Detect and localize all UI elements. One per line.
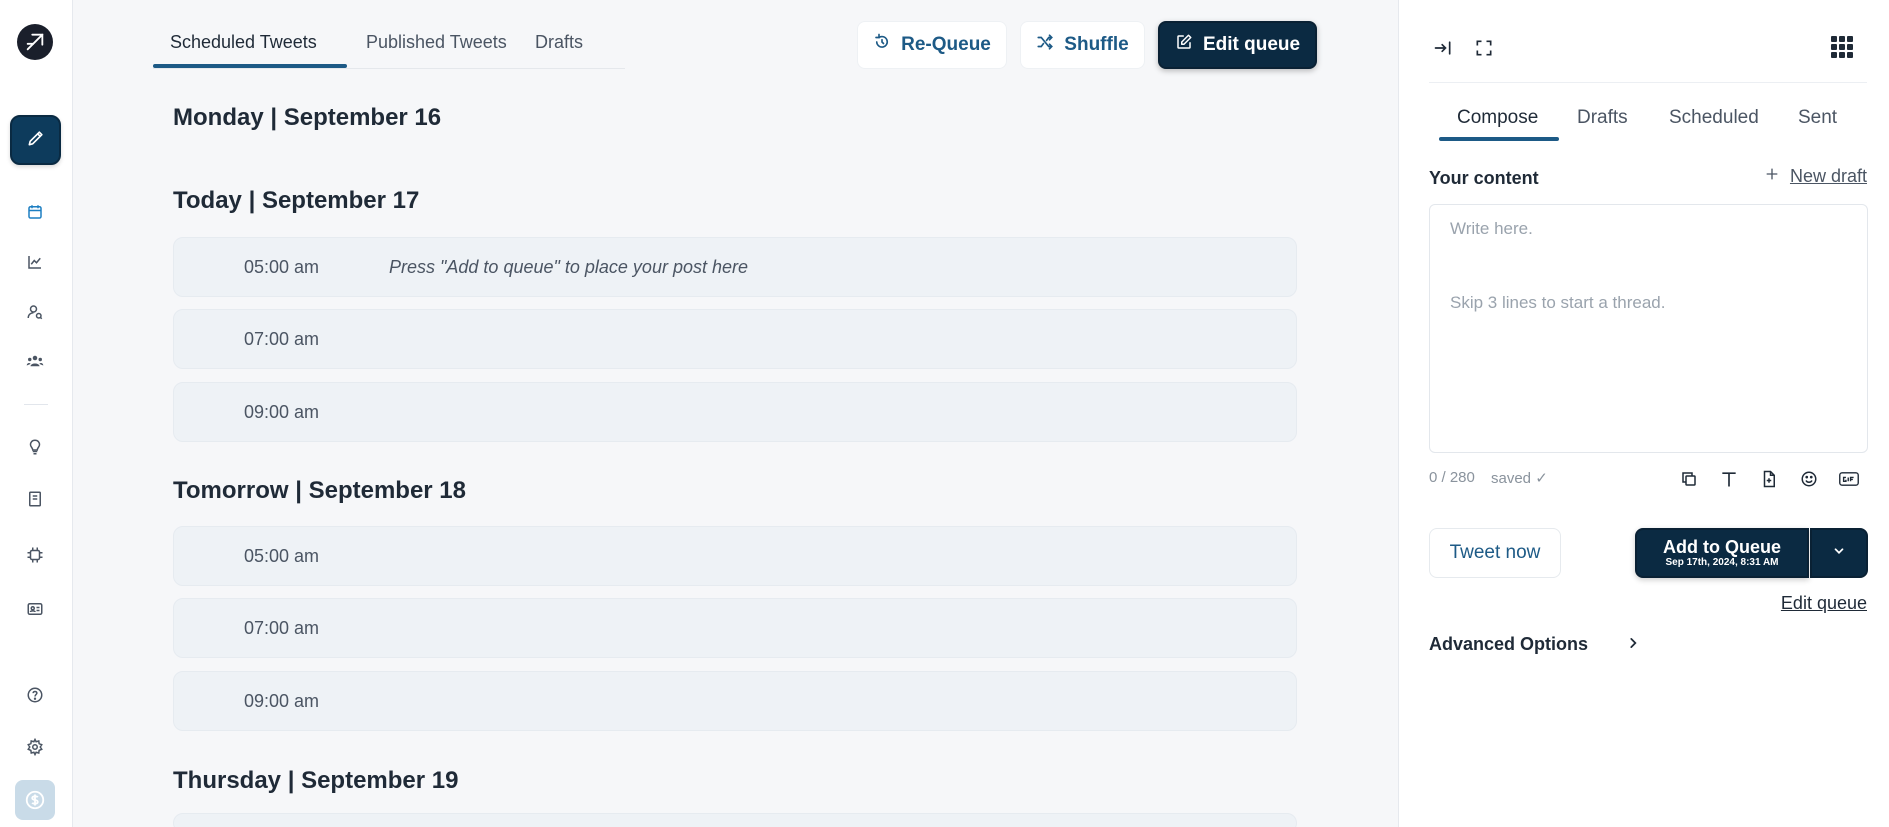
coin-icon[interactable] [15,780,55,820]
day-heading: Thursday | September 19 [173,767,459,794]
add-to-queue-dropdown[interactable] [1810,528,1868,578]
rail-divider [24,404,48,405]
tweet-now-button[interactable]: Tweet now [1429,528,1561,578]
active-tab-indicator [1439,137,1559,141]
shuffle-label: Shuffle [1064,34,1129,55]
edit-queue-link[interactable]: Edit queue [1781,593,1867,614]
tab-drafts[interactable]: Drafts [535,32,583,53]
settings-icon[interactable] [24,736,46,758]
character-counter: 0 / 280 [1429,469,1475,486]
shuffle-button[interactable]: Shuffle [1020,21,1145,69]
slot-time: 05:00 am [244,546,320,566]
id-card-icon[interactable] [24,598,46,620]
edit-icon [1175,33,1193,57]
compose-panel: Compose Drafts Scheduled Sent Your conte… [1398,0,1889,827]
queue-slot[interactable]: 09:00 am [173,382,1297,442]
copy-icon[interactable] [1677,467,1701,491]
lightbulb-icon[interactable] [24,436,46,458]
shuffle-icon [1036,33,1054,57]
edit-queue-label: Edit queue [1202,34,1301,55]
day-heading: Monday | September 16 [173,104,442,131]
queue-slot[interactable]: 07:00 am [173,309,1297,369]
slot-time: 07:00 am [244,618,320,638]
tab-compose[interactable]: Compose [1457,107,1538,129]
advanced-options-label: Advanced Options [1429,634,1589,654]
requeue-button[interactable]: Re-Queue [857,21,1007,69]
help-icon[interactable] [24,684,46,706]
users-icon[interactable] [24,350,46,372]
slot-hint: Press "Add to queue" to place your post … [389,257,748,277]
add-to-queue-button[interactable]: Add to Queue Sep 17th, 2024, 8:31 AM [1635,528,1809,578]
compose-pencil-icon [26,128,46,153]
tab-scheduled[interactable]: Scheduled [1669,107,1759,129]
requeue-icon [873,33,891,57]
ai-chip-icon[interactable] [24,544,46,566]
chevron-down-icon [1832,544,1846,563]
saved-status: saved ✓ [1491,470,1548,487]
queue-slot[interactable]: 07:00 am [173,598,1297,658]
queue-slot[interactable]: 05:00 am [173,526,1297,586]
queue-slot[interactable] [173,813,1297,827]
editor-placeholder-line2: Skip 3 lines to start a thread. [1450,293,1666,312]
editor-placeholder-line1: Write here. [1450,219,1533,238]
new-draft-label: New draft [1789,166,1867,186]
add-to-queue-label: Add to Queue [1663,537,1781,557]
your-content-label: Your content [1429,168,1539,188]
fullscreen-icon[interactable] [1472,36,1496,60]
add-to-queue-time: Sep 17th, 2024, 8:31 AM [1665,557,1779,568]
calendar-icon[interactable] [24,201,46,223]
slot-time: 05:00 am [244,257,320,277]
active-tab-indicator [153,64,347,68]
tab-drafts[interactable]: Drafts [1577,107,1628,129]
queue-tabs: Scheduled Tweets Published Tweets Drafts [153,20,625,69]
day-heading: Today | September 17 [173,187,420,214]
slot-time: 07:00 am [244,329,320,349]
queue-main: Scheduled Tweets Published Tweets Drafts… [73,0,1398,827]
analytics-icon[interactable] [24,251,46,273]
advanced-options-toggle[interactable]: Advanced Options [1429,634,1640,655]
tab-sent[interactable]: Sent [1798,107,1837,129]
slot-time: 09:00 am [244,402,320,422]
book-icon[interactable] [24,488,46,510]
text-format-icon[interactable] [1717,467,1741,491]
compose-button[interactable] [10,115,61,165]
collapse-panel-icon[interactable] [1431,36,1455,60]
queue-slot[interactable]: 05:00 am Press "Add to queue" to place y… [173,237,1297,297]
day-heading: Tomorrow | September 18 [173,477,467,504]
apps-grid-icon[interactable] [1829,34,1855,60]
logo-icon[interactable] [17,24,53,60]
plus-icon [1764,166,1780,187]
requeue-label: Re-Queue [901,34,991,55]
queue-slot[interactable]: 09:00 am [173,671,1297,731]
user-search-icon[interactable] [24,301,46,323]
tab-published-tweets[interactable]: Published Tweets [366,32,507,53]
edit-queue-button[interactable]: Edit queue [1158,21,1317,69]
left-rail [0,0,73,827]
tab-scheduled-tweets[interactable]: Scheduled Tweets [170,32,317,53]
chevron-right-icon [1626,634,1640,655]
compose-tabs: Compose Drafts Scheduled Sent [1429,82,1867,141]
slot-time: 09:00 am [244,691,320,711]
emoji-icon[interactable] [1797,467,1821,491]
new-draft-link[interactable]: New draft [1764,166,1867,187]
gif-icon[interactable] [1837,467,1861,491]
tweet-editor[interactable]: Write here. Skip 3 lines to start a thre… [1429,204,1868,453]
file-add-icon[interactable] [1757,467,1781,491]
